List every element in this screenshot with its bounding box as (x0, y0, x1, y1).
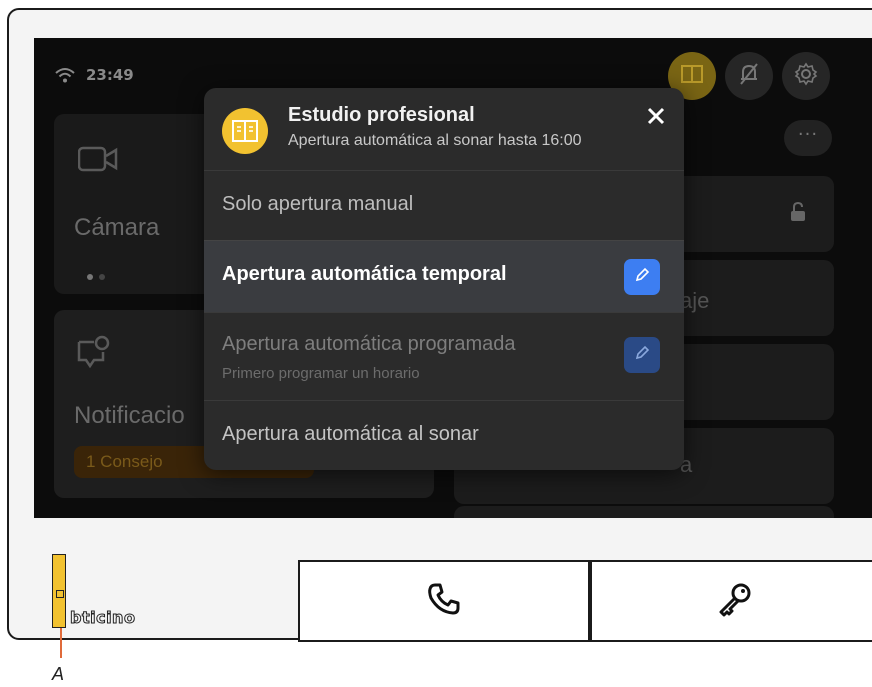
mute-button[interactable] (725, 52, 773, 100)
status-bar: 23:49 (54, 66, 134, 84)
pencil-icon (634, 345, 650, 365)
close-button[interactable] (640, 102, 672, 134)
camera-label: Cámara (74, 214, 160, 241)
clock: 23:49 (86, 66, 134, 84)
studio-icon (222, 108, 268, 154)
option-temporary-auto-open[interactable]: Apertura automática temporal (204, 240, 684, 312)
option-auto-open-on-ring[interactable]: Apertura automática al sonar (204, 400, 684, 470)
option-manual-only[interactable]: Solo apertura manual (204, 170, 684, 240)
door-opening-mode-popup: Estudio profesional Apertura automática … (204, 88, 684, 470)
video-camera-icon (77, 144, 118, 178)
callout-leader (60, 628, 62, 658)
notification-icon (76, 334, 112, 374)
option-scheduled-auto-open[interactable]: Apertura automática programada Primero p… (204, 312, 684, 400)
studio-icon (681, 65, 703, 87)
option-label: Apertura automática temporal (222, 263, 507, 285)
door-release-key[interactable] (590, 560, 872, 642)
notifications-label: Notificacio (74, 402, 185, 429)
popup-title: Estudio profesional (288, 104, 475, 126)
unlock-icon (790, 201, 806, 226)
option-label: Apertura automática programada (222, 333, 516, 355)
key-icon (716, 581, 754, 621)
option-label: Solo apertura manual (222, 193, 414, 215)
edit-scheduled-button[interactable] (624, 337, 660, 373)
option-label: Apertura automática al sonar (222, 423, 479, 445)
close-icon (647, 107, 665, 129)
page-dots (86, 266, 108, 285)
brand-logo: bticino (69, 608, 136, 628)
screen: 23:49 ··· Cámara Notificacio 1 Consejo a… (34, 38, 872, 518)
settings-button[interactable] (782, 52, 830, 100)
status-led-strip (52, 554, 66, 628)
edit-temporary-button[interactable] (624, 259, 660, 295)
more-options-button[interactable]: ··· (784, 120, 832, 156)
pencil-icon (634, 267, 650, 287)
callout-label: A (52, 664, 65, 684)
right-tile-5[interactable] (454, 506, 834, 518)
option-sublabel: Primero programar un horario (222, 365, 420, 382)
gear-icon (794, 62, 818, 90)
bell-off-icon (738, 62, 760, 90)
call-key[interactable] (298, 560, 590, 642)
wifi-icon (54, 66, 76, 84)
phone-icon (427, 582, 461, 620)
popup-subtitle: Apertura automática al sonar hasta 16:00 (288, 132, 582, 149)
led-indicator (56, 590, 64, 598)
popup-header: Estudio profesional Apertura automática … (204, 88, 684, 170)
right-tile-2-text: aje (680, 288, 710, 313)
